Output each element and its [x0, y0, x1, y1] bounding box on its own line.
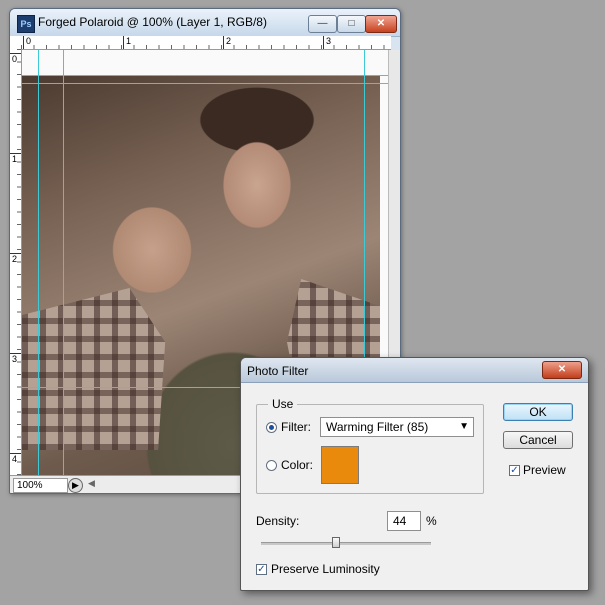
density-slider-thumb[interactable]	[331, 537, 340, 548]
photo-filter-dialog: Photo Filter ✕ Use Filter: Warming Filte…	[240, 357, 589, 591]
use-group-label: Use	[268, 397, 298, 411]
density-input[interactable]: 44	[387, 511, 421, 531]
dialog-close-button[interactable]: ✕	[542, 361, 582, 379]
maximize-button[interactable]: □	[337, 15, 366, 33]
preview-label: Preview	[523, 463, 566, 477]
dialog-title: Photo Filter	[247, 364, 309, 378]
horizontal-ruler[interactable]: 0 1 2 3	[21, 36, 391, 50]
ruler-label: 2	[12, 254, 18, 264]
density-label: Density:	[256, 514, 300, 528]
density-unit: %	[426, 514, 437, 528]
guide-vertical[interactable]	[63, 50, 64, 475]
document-titlebar[interactable]: Ps Forged Polaroid @ 100% (Layer 1, RGB/…	[10, 9, 400, 37]
density-slider-track[interactable]	[261, 542, 431, 545]
guide-horizontal[interactable]	[22, 75, 388, 76]
scroll-left-arrow-icon[interactable]: ◀	[88, 478, 95, 489]
document-title: Forged Polaroid @ 100% (Layer 1, RGB/8)	[38, 15, 267, 29]
filter-select[interactable]: Warming Filter (85) ▼	[320, 417, 474, 437]
guide-vertical[interactable]	[38, 50, 39, 475]
vertical-ruler[interactable]: 0 1 2 3 4	[10, 49, 22, 475]
ruler-label: 0	[12, 54, 18, 64]
ok-button[interactable]: OK	[503, 403, 573, 421]
dialog-titlebar[interactable]: Photo Filter ✕	[241, 358, 588, 383]
color-label: Color:	[281, 458, 314, 472]
guide-horizontal[interactable]	[22, 83, 388, 84]
preserve-luminosity-checkbox[interactable]: ✓	[256, 564, 267, 575]
minimize-button[interactable]: —	[308, 15, 337, 33]
preserve-luminosity-label: Preserve Luminosity	[271, 562, 380, 576]
filter-radio[interactable]	[266, 422, 277, 433]
filter-select-value: Warming Filter (85)	[326, 420, 429, 434]
ruler-label: 1	[12, 154, 18, 164]
ruler-label: 3	[326, 36, 332, 46]
ruler-label: 2	[226, 36, 232, 46]
filter-label: Filter:	[281, 420, 311, 434]
close-button[interactable]: ✕	[365, 15, 397, 33]
status-menu-icon[interactable]: ▶	[68, 478, 83, 493]
ruler-label: 4	[12, 454, 18, 464]
preview-checkbox[interactable]: ✓	[509, 465, 520, 476]
zoom-level-field[interactable]: 100%	[13, 478, 68, 493]
ruler-label: 1	[126, 36, 132, 46]
color-radio[interactable]	[266, 460, 277, 471]
dropdown-arrow-icon: ▼	[459, 421, 469, 432]
photoshop-icon: Ps	[17, 15, 35, 33]
color-swatch[interactable]	[321, 446, 359, 484]
ruler-label: 0	[26, 36, 32, 46]
cancel-button[interactable]: Cancel	[503, 431, 573, 449]
ruler-label: 3	[12, 354, 18, 364]
